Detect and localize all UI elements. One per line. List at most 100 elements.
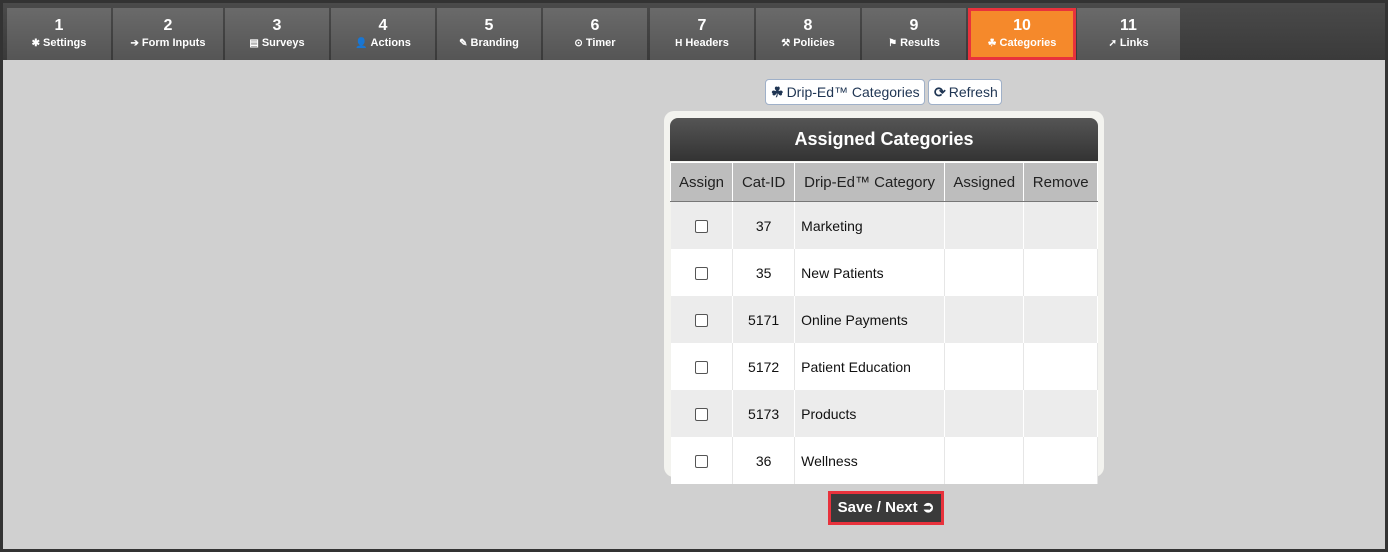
drip-ed-categories-button[interactable]: ☘ Drip-Ed™ Categories (765, 79, 925, 105)
tab-bar: 1 ✱ Settings 2 ➔ Form Inputs 3 ▤ Surveys 4 … (3, 3, 1385, 60)
list-icon: ▤ (249, 38, 259, 49)
tab-label: Results (900, 37, 940, 49)
app-frame: 1 ✱ Settings 2 ➔ Form Inputs 3 ▤ Surveys 4 … (3, 3, 1385, 549)
tab-number: 5 (484, 17, 494, 34)
tab-number: 6 (590, 17, 600, 34)
category-name: Wellness (794, 437, 945, 484)
clock-icon: ⊙ (574, 38, 583, 49)
col-cat-id: Cat-ID (732, 162, 796, 202)
tab-label: Actions (370, 37, 411, 49)
category-name: Marketing (794, 201, 945, 249)
remove-cell (1023, 296, 1098, 343)
remove-cell (1023, 390, 1098, 437)
sign-in-icon: ➔ (130, 38, 139, 49)
table-row: 37 Marketing (670, 201, 1098, 249)
category-name: New Patients (794, 249, 945, 296)
tab-results[interactable]: 9 ⚑ Results (862, 8, 966, 60)
category-name: Patient Education (794, 343, 945, 390)
cat-id: 5172 (732, 343, 796, 390)
cat-id: 37 (732, 201, 796, 249)
cat-id: 5173 (732, 390, 796, 437)
tab-branding[interactable]: 5 ✎ Branding (437, 8, 541, 60)
tab-surveys[interactable]: 3 ▤ Surveys (225, 8, 329, 60)
arrow-circle-right-icon: ➲ (921, 499, 935, 516)
flag-icon: ⚑ (888, 38, 898, 49)
assigned-categories-panel: Assigned Categories Assign Cat-ID Drip-E… (664, 111, 1104, 484)
assign-checkbox[interactable] (694, 220, 708, 234)
gear-icon: ✱ (31, 38, 40, 49)
tab-headers[interactable]: 7 H Headers (650, 8, 754, 60)
cubes-icon: ☘ (771, 84, 784, 100)
tab-label: Settings (42, 37, 87, 49)
tab-label: Form Inputs (141, 37, 206, 49)
tab-number: 7 (697, 17, 707, 34)
remove-cell (1023, 437, 1098, 484)
tab-timer[interactable]: 6 ⊙ Timer (543, 8, 647, 60)
gavel-icon: ⚒ (781, 38, 791, 49)
table-row: 35 New Patients (670, 249, 1098, 296)
cat-id: 36 (732, 437, 796, 484)
panel-title: Assigned Categories (670, 118, 1098, 161)
tab-label: Policies (793, 37, 835, 49)
tab-label: Timer (585, 37, 616, 49)
brush-icon: ✎ (459, 38, 468, 49)
tab-number: 8 (803, 17, 813, 34)
tab-number: 11 (1120, 17, 1137, 34)
tab-number: 1 (54, 17, 64, 34)
button-label: Save / Next (837, 499, 918, 516)
table-row: 5173 Products (670, 390, 1098, 437)
pointer-icon: ➚ (1108, 38, 1117, 49)
assigned-cell (944, 437, 1025, 484)
tab-categories[interactable]: 10 ☘ Categories (968, 8, 1076, 60)
user-icon: 👤 (355, 38, 368, 49)
table-row: 5171 Online Payments (670, 296, 1098, 343)
tab-number: 9 (909, 17, 919, 34)
assign-checkbox[interactable] (694, 408, 708, 422)
tab-policies[interactable]: 8 ⚒ Policies (756, 8, 860, 60)
col-remove: Remove (1023, 162, 1098, 202)
remove-cell (1023, 201, 1098, 249)
col-assign: Assign (669, 162, 734, 202)
assign-checkbox[interactable] (694, 314, 708, 328)
assigned-cell (944, 390, 1025, 437)
tab-label: Branding (470, 37, 519, 49)
assigned-cell (944, 249, 1025, 296)
refresh-button[interactable]: ⟳ Refresh (928, 79, 1002, 105)
categories-table: Assign Cat-ID Drip-Ed™ Category Assigned… (669, 162, 1098, 484)
category-name: Products (794, 390, 945, 437)
tab-label: Surveys (261, 37, 305, 49)
assigned-cell (944, 343, 1025, 390)
tab-label: Links (1119, 37, 1149, 49)
cubes-icon: ☘ (987, 38, 997, 49)
category-name: Online Payments (794, 296, 945, 343)
tab-form-inputs[interactable]: 2 ➔ Form Inputs (113, 8, 223, 60)
remove-cell (1023, 249, 1098, 296)
table-header-row: Assign Cat-ID Drip-Ed™ Category Assigned… (669, 162, 1098, 202)
assigned-cell (944, 296, 1025, 343)
tab-links[interactable]: 11 ➚ Links (1077, 8, 1180, 60)
tab-number: 2 (163, 17, 173, 34)
refresh-icon: ⟳ (934, 84, 946, 100)
tab-label: Categories (999, 37, 1057, 49)
assign-checkbox[interactable] (694, 361, 708, 375)
save-next-button[interactable]: Save / Next ➲ (828, 491, 944, 525)
tab-label: Headers (685, 37, 729, 49)
assign-checkbox[interactable] (694, 267, 708, 281)
tab-settings[interactable]: 1 ✱ Settings (7, 8, 111, 60)
button-label: Drip-Ed™ Categories (786, 84, 920, 100)
tab-actions[interactable]: 4 👤 Actions (331, 8, 435, 60)
remove-cell (1023, 343, 1098, 390)
tab-number: 10 (1013, 17, 1031, 34)
table-row: 36 Wellness (670, 437, 1098, 484)
button-label: Refresh (948, 84, 998, 100)
assigned-cell (944, 201, 1025, 249)
cat-id: 35 (732, 249, 796, 296)
cat-id: 5171 (732, 296, 796, 343)
header-icon: H (675, 38, 683, 49)
tab-number: 4 (378, 17, 388, 34)
col-assigned: Assigned (943, 162, 1025, 202)
table-row: 5172 Patient Education (670, 343, 1098, 390)
assign-checkbox[interactable] (694, 455, 708, 469)
tab-number: 3 (272, 17, 282, 34)
col-category: Drip-Ed™ Category (794, 162, 945, 202)
